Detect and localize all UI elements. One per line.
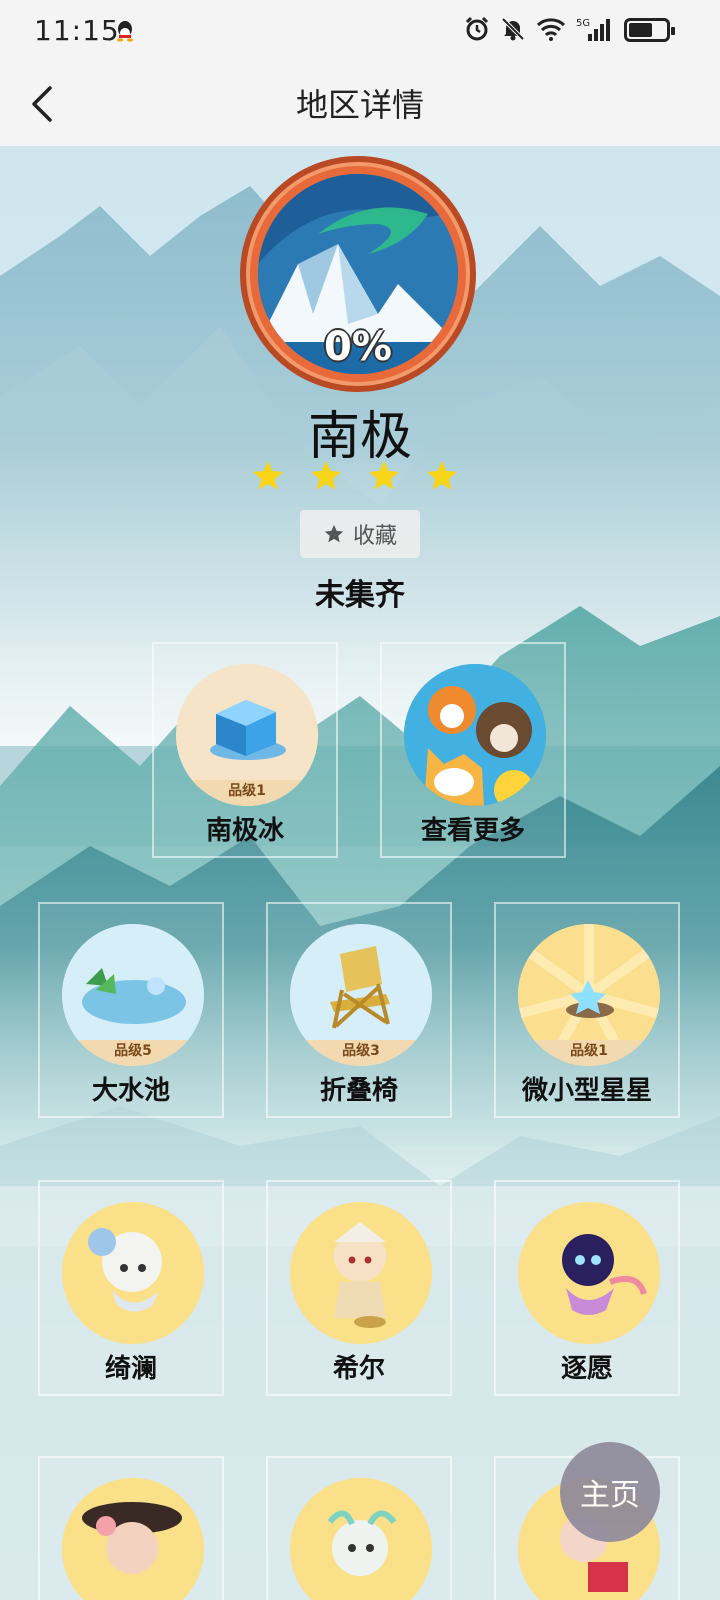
battery-level [629,23,652,37]
item-label: 绮澜 [104,1354,157,1384]
grade-tag: 品级5 [114,1043,152,1059]
qilan-character-icon [62,1202,204,1344]
favorite-button[interactable]: 收藏 [300,510,420,558]
item-card-antarctic-ice[interactable]: 品级1 南极冰 [152,642,338,858]
antarctica-illustration: 0% [258,174,458,374]
wifi-icon [536,18,566,41]
item-card-folding-chair[interactable]: 品级3 折叠椅 [266,902,452,1118]
item-card-zhuyuan[interactable]: 逐愿 [494,1180,680,1396]
tiny-star-icon: 品级1 [518,924,660,1066]
item-label: 逐愿 [560,1354,613,1384]
favorite-label: 收藏 [352,524,397,549]
item-card-xier[interactable]: 希尔 [266,1180,452,1396]
mute-bell-icon [501,17,525,41]
grade-tag: 品级1 [228,783,266,799]
status-time: 11:15 [34,14,120,47]
folding-chair-icon: 品级3 [290,924,432,1066]
home-button[interactable]: 主页 [560,1442,660,1542]
signal-5g-icon: 5G [576,18,610,41]
status-bar: 11:15 5G [0,0,720,60]
xier-character-icon [290,1202,432,1344]
view-more-label: 查看更多 [420,816,525,846]
character-icon [290,1478,432,1600]
page-title: 地区详情 [295,86,424,124]
item-label: 大水池 [91,1076,170,1106]
star-icon [369,461,399,490]
star-icon [427,461,457,490]
item-card-tiny-star[interactable]: 品级1 微小型星星 [494,902,680,1118]
item-card[interactable] [38,1456,224,1600]
item-label: 微小型星星 [521,1076,652,1106]
svg-text:5G: 5G [576,18,590,29]
pets-group-icon [404,664,546,806]
item-card[interactable] [266,1456,452,1600]
qq-icon [117,21,133,42]
zhuyuan-character-icon [518,1202,660,1344]
alarm-icon [465,16,489,41]
character-icon [62,1478,204,1600]
item-card-qilan[interactable]: 绮澜 [38,1180,224,1396]
app-header: 地区详情 [0,60,720,146]
grade-tag: 品级3 [342,1043,380,1059]
difficulty-stars [250,458,460,494]
region-badge: 0% [240,156,476,392]
star-icon [253,461,283,490]
item-card-big-pool[interactable]: 品级5 大水池 [38,902,224,1118]
item-label: 南极冰 [205,816,284,846]
item-label: 折叠椅 [319,1076,398,1106]
region-progress: 0% [324,324,392,370]
grade-tag: 品级1 [570,1043,608,1059]
star-icon [311,461,341,490]
item-label: 希尔 [332,1354,385,1384]
star-icon [324,524,344,543]
region-detail-scene: 0% 南极 收藏 未集齐 品级1 南极冰 查看更多 品级5 大水池 品级3 折叠… [0,146,720,1600]
pool-icon: 品级5 [62,924,204,1066]
battery-icon [624,18,675,42]
view-more-card[interactable]: 查看更多 [380,642,566,858]
collect-status: 未集齐 [315,578,405,613]
antarctic-ice-icon: 品级1 [176,664,318,806]
